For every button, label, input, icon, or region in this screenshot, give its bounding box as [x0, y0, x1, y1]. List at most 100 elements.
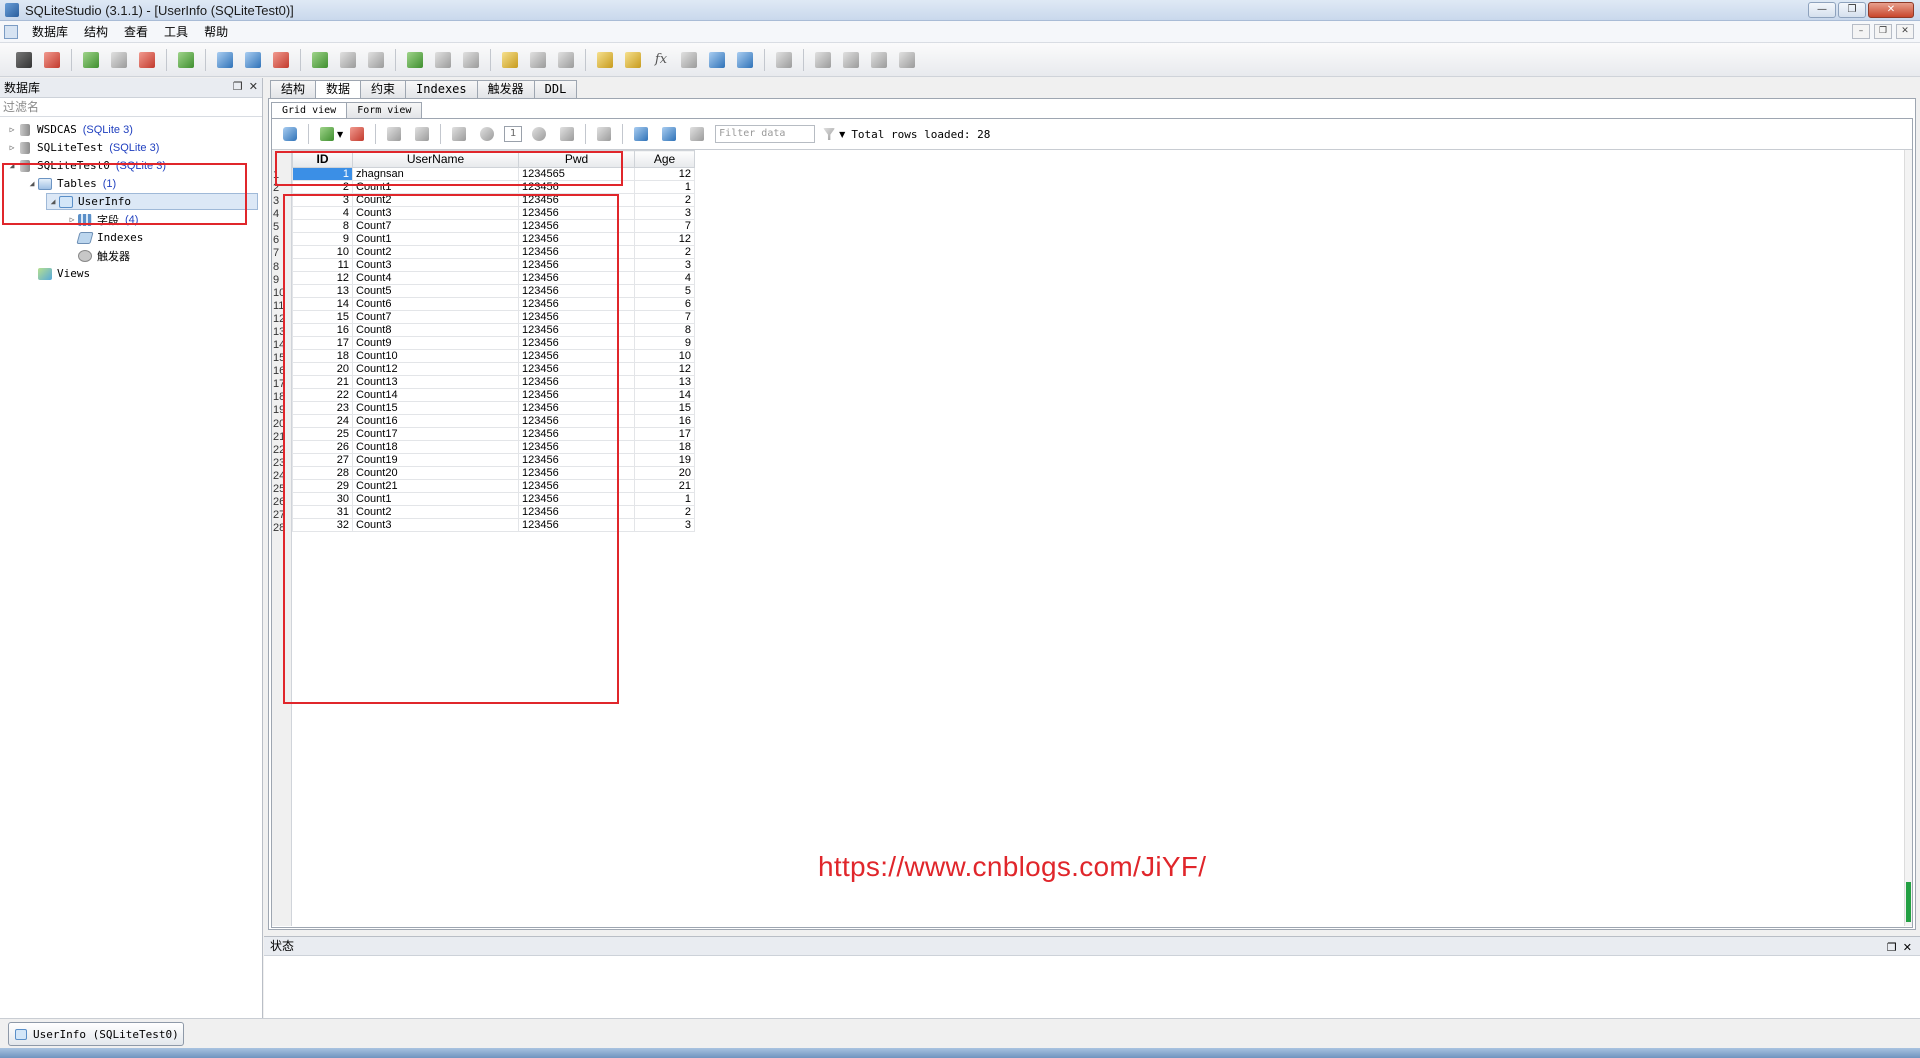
- table-row[interactable]: 30 Count1 123456 1: [292, 492, 695, 506]
- new-view-button[interactable]: [499, 49, 521, 71]
- close-panel-button[interactable]: ✕: [249, 80, 258, 93]
- cell-username[interactable]: Count18: [352, 440, 519, 454]
- table-row[interactable]: 23 Count15 123456 15: [292, 401, 695, 415]
- cell-username[interactable]: Count3: [352, 518, 519, 532]
- collations-button[interactable]: [678, 49, 700, 71]
- tab-triggers[interactable]: 触发器: [476, 80, 535, 98]
- cell-username[interactable]: Count10: [352, 349, 519, 363]
- mdi-window-icon[interactable]: [4, 24, 18, 39]
- page-number-input[interactable]: 1: [504, 126, 523, 142]
- expand-arrow-icon[interactable]: ▷: [6, 125, 18, 134]
- cell-pwd[interactable]: 123456: [518, 375, 635, 389]
- cell-id[interactable]: 27: [292, 453, 353, 467]
- cell-pwd[interactable]: 123456: [518, 492, 635, 506]
- cell-age[interactable]: 2: [634, 505, 695, 519]
- remove-db-button[interactable]: [136, 49, 158, 71]
- menu-database[interactable]: 数据库: [24, 23, 76, 40]
- delete-index-button[interactable]: [365, 49, 387, 71]
- print-button[interactable]: [594, 124, 614, 144]
- table-row[interactable]: 14 Count6 123456 6: [292, 297, 695, 311]
- cell-username[interactable]: Count3: [352, 206, 519, 220]
- minimize-button[interactable]: —: [1808, 2, 1836, 18]
- cell-id[interactable]: 31: [292, 505, 353, 519]
- cell-id[interactable]: 4: [292, 206, 353, 220]
- cell-id[interactable]: 23: [292, 401, 353, 415]
- first-page-button[interactable]: [449, 124, 469, 144]
- cell-age[interactable]: 15: [634, 401, 695, 415]
- add-db-button[interactable]: [80, 49, 102, 71]
- cell-age[interactable]: 14: [634, 388, 695, 402]
- cell-id[interactable]: 8: [292, 219, 353, 233]
- table-row[interactable]: 11 Count3 123456 3: [292, 258, 695, 272]
- cell-id[interactable]: 16: [292, 323, 353, 337]
- cell-username[interactable]: Count21: [352, 479, 519, 493]
- new-trigger-button[interactable]: [404, 49, 426, 71]
- commit-button[interactable]: [384, 124, 404, 144]
- cell-id[interactable]: 9: [292, 232, 353, 246]
- cell-username[interactable]: Count13: [352, 375, 519, 389]
- cell-age[interactable]: 3: [634, 206, 695, 220]
- cell-age[interactable]: 13: [634, 375, 695, 389]
- cell-age[interactable]: 1: [634, 180, 695, 194]
- cell-age[interactable]: 16: [634, 414, 695, 428]
- menu-structure[interactable]: 结构: [76, 23, 116, 40]
- tab-form-view[interactable]: Form view: [346, 102, 423, 118]
- cell-pwd[interactable]: 123456: [518, 479, 635, 493]
- cell-pwd[interactable]: 123456: [518, 232, 635, 246]
- cell-pwd[interactable]: 123456: [518, 336, 635, 350]
- table-row[interactable]: 4 Count3 123456 3: [292, 206, 695, 220]
- cell-age[interactable]: 12: [634, 167, 695, 181]
- cell-age[interactable]: 2: [634, 193, 695, 207]
- sql-editor-button[interactable]: [594, 49, 616, 71]
- cell-age[interactable]: 3: [634, 518, 695, 532]
- cell-username[interactable]: Count12: [352, 362, 519, 376]
- table-row[interactable]: 20 Count12 123456 12: [292, 362, 695, 376]
- cell-age[interactable]: 1: [634, 492, 695, 506]
- cell-username[interactable]: Count19: [352, 453, 519, 467]
- cell-id[interactable]: 30: [292, 492, 353, 506]
- cell-username[interactable]: Count4: [352, 271, 519, 285]
- cell-username[interactable]: Count20: [352, 466, 519, 480]
- cell-pwd[interactable]: 123456: [518, 219, 635, 233]
- fit-rows-button[interactable]: [659, 124, 679, 144]
- cell-id[interactable]: 28: [292, 466, 353, 480]
- cell-pwd[interactable]: 123456: [518, 414, 635, 428]
- cell-id[interactable]: 14: [292, 297, 353, 311]
- edit-view-button[interactable]: [527, 49, 549, 71]
- cell-id[interactable]: 18: [292, 349, 353, 363]
- cell-pwd[interactable]: 1234565: [518, 167, 635, 181]
- cell-age[interactable]: 10: [634, 349, 695, 363]
- float-panel-button[interactable]: ❐: [1887, 938, 1897, 957]
- vertical-scrollbar[interactable]: [1904, 150, 1912, 926]
- cell-username[interactable]: Count15: [352, 401, 519, 415]
- cell-id[interactable]: 20: [292, 362, 353, 376]
- cell-age[interactable]: 7: [634, 219, 695, 233]
- table-row[interactable]: 2 Count1 123456 1: [292, 180, 695, 194]
- cell-pwd[interactable]: 123456: [518, 323, 635, 337]
- cell-age[interactable]: 4: [634, 271, 695, 285]
- table-row[interactable]: 8 Count7 123456 7: [292, 219, 695, 233]
- db-filter-input[interactable]: 过滤名: [0, 98, 262, 117]
- cell-pwd[interactable]: 123456: [518, 466, 635, 480]
- table-row[interactable]: 16 Count8 123456 8: [292, 323, 695, 337]
- menu-tools[interactable]: 工具: [156, 23, 196, 40]
- table-row[interactable]: 25 Count17 123456 17: [292, 427, 695, 441]
- column-header-age[interactable]: Age: [634, 150, 695, 168]
- edit-trigger-button[interactable]: [432, 49, 454, 71]
- edit-table-button[interactable]: [242, 49, 264, 71]
- cell-username[interactable]: Count5: [352, 284, 519, 298]
- cell-age[interactable]: 2: [634, 245, 695, 259]
- table-row[interactable]: 10 Count2 123456 2: [292, 245, 695, 259]
- tab-constraints[interactable]: 约束: [360, 80, 407, 98]
- new-table-button[interactable]: [214, 49, 236, 71]
- cell-pwd[interactable]: 123456: [518, 349, 635, 363]
- cell-id[interactable]: 21: [292, 375, 353, 389]
- table-row[interactable]: 31 Count2 123456 2: [292, 505, 695, 519]
- close-panel-button[interactable]: ✕: [1903, 938, 1912, 957]
- cell-id[interactable]: 2: [292, 180, 353, 194]
- cell-pwd[interactable]: 123456: [518, 245, 635, 259]
- rollback-button[interactable]: [412, 124, 432, 144]
- cell-username[interactable]: Count2: [352, 193, 519, 207]
- delete-trigger-button[interactable]: [460, 49, 482, 71]
- cell-age[interactable]: 6: [634, 297, 695, 311]
